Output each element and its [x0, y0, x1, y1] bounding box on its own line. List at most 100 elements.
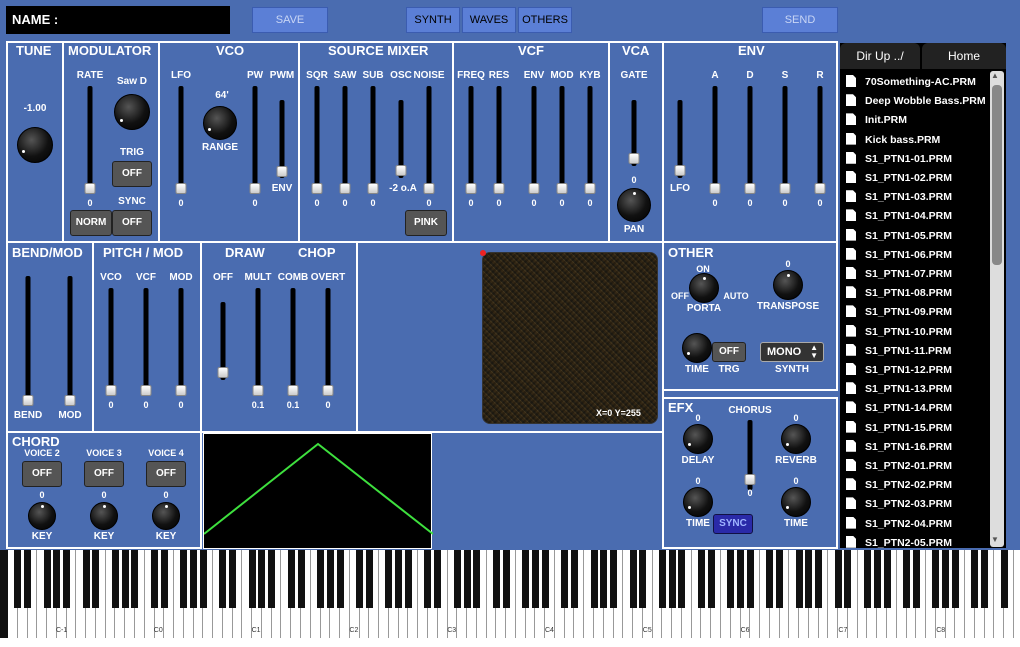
black-key[interactable]: [844, 550, 852, 608]
black-key[interactable]: [180, 550, 188, 608]
black-key[interactable]: [678, 550, 686, 608]
file-item[interactable]: S1_PTN1-16.PRM: [846, 439, 952, 453]
black-key[interactable]: [473, 550, 481, 608]
black-key[interactable]: [727, 550, 735, 608]
bend-slider[interactable]: [25, 276, 31, 406]
file-item[interactable]: S1_PTN1-15.PRM: [846, 420, 952, 434]
reverb-knob[interactable]: [781, 424, 811, 454]
file-item[interactable]: S1_PTN1-06.PRM: [846, 247, 952, 261]
dir-up-button[interactable]: Dir Up ../: [840, 43, 920, 69]
release-thumb[interactable]: [814, 183, 826, 194]
black-key[interactable]: [131, 550, 139, 608]
voice2-toggle[interactable]: OFF: [22, 461, 62, 487]
black-key[interactable]: [160, 550, 168, 608]
black-key[interactable]: [883, 550, 891, 608]
sub-slider[interactable]: [370, 86, 376, 192]
black-key[interactable]: [863, 550, 871, 608]
vco-lfo-thumb[interactable]: [175, 183, 187, 194]
black-key[interactable]: [541, 550, 549, 608]
rate-slider-track[interactable]: [87, 86, 93, 192]
sqr-thumb[interactable]: [311, 183, 323, 194]
black-key[interactable]: [82, 550, 90, 608]
piano-keyboard[interactable]: C-1 C0 C1 C2 C3 C4 C5 C6 C7 C8: [0, 550, 1020, 647]
black-key[interactable]: [912, 550, 920, 608]
saw-slider[interactable]: [342, 86, 348, 192]
file-item[interactable]: 70Something-AC.PRM: [846, 75, 976, 88]
saw-thumb[interactable]: [339, 183, 351, 194]
voice3-key-knob[interactable]: [90, 502, 118, 530]
black-key[interactable]: [707, 550, 715, 608]
norm-button[interactable]: NORM: [70, 210, 112, 236]
xy-pad[interactable]: [482, 252, 658, 424]
mod-wave-knob[interactable]: [114, 94, 150, 130]
black-key[interactable]: [121, 550, 129, 608]
voice-mode-select[interactable]: MONO ▲ ▼: [760, 342, 824, 362]
black-key[interactable]: [229, 550, 237, 608]
draw-thumb[interactable]: [217, 367, 229, 378]
black-key[interactable]: [336, 550, 344, 608]
black-key[interactable]: [668, 550, 676, 608]
scrollbar-thumb[interactable]: [992, 85, 1002, 265]
pm-vco-thumb[interactable]: [105, 385, 117, 396]
black-key[interactable]: [463, 550, 471, 608]
black-key[interactable]: [453, 550, 461, 608]
scrollbar[interactable]: ▲ ▼: [990, 71, 1004, 547]
pan-knob[interactable]: [617, 188, 651, 222]
kyb-thumb[interactable]: [584, 183, 596, 194]
file-item[interactable]: S1_PTN1-13.PRM: [846, 382, 952, 395]
scroll-up-icon[interactable]: ▲: [991, 71, 999, 80]
tune-knob[interactable]: [17, 127, 53, 163]
black-key[interactable]: [746, 550, 754, 608]
black-key[interactable]: [531, 550, 539, 608]
black-key[interactable]: [561, 550, 569, 608]
voice4-toggle[interactable]: OFF: [146, 461, 186, 487]
transpose-knob[interactable]: [773, 270, 803, 300]
black-key[interactable]: [268, 550, 276, 608]
file-item[interactable]: S1_PTN1-03.PRM: [846, 190, 952, 203]
delay-knob[interactable]: [683, 424, 713, 454]
voice2-key-knob[interactable]: [28, 502, 56, 530]
overt-thumb[interactable]: [322, 385, 334, 396]
black-key[interactable]: [776, 550, 784, 608]
sync-toggle[interactable]: OFF: [112, 210, 152, 236]
file-item[interactable]: Init.PRM: [846, 113, 907, 126]
black-key[interactable]: [1000, 550, 1008, 608]
black-key[interactable]: [815, 550, 823, 608]
file-item[interactable]: S1_PTN1-12.PRM: [846, 363, 952, 376]
file-item[interactable]: S1_PTN2-05.PRM: [846, 535, 952, 549]
voice4-key-knob[interactable]: [152, 502, 180, 530]
black-key[interactable]: [873, 550, 881, 608]
xy-cursor[interactable]: [480, 250, 486, 256]
porta-knob[interactable]: [689, 273, 719, 303]
sub-thumb[interactable]: [367, 183, 379, 194]
black-key[interactable]: [492, 550, 500, 608]
tab-waves[interactable]: WAVES: [462, 7, 516, 33]
pm-mod-slider[interactable]: [178, 288, 184, 394]
black-key[interactable]: [365, 550, 373, 608]
black-key[interactable]: [434, 550, 442, 608]
black-key[interactable]: [248, 550, 256, 608]
vcf-env-slider[interactable]: [531, 86, 537, 192]
file-item[interactable]: S1_PTN2-02.PRM: [846, 478, 952, 491]
black-key[interactable]: [570, 550, 578, 608]
vcf-env-thumb[interactable]: [528, 183, 540, 194]
black-key[interactable]: [63, 550, 71, 608]
decay-thumb[interactable]: [744, 183, 756, 194]
black-key[interactable]: [522, 550, 530, 608]
decay-slider[interactable]: [747, 86, 753, 192]
file-item[interactable]: S1_PTN1-10.PRM: [846, 324, 952, 338]
scroll-down-icon[interactable]: ▼: [991, 535, 999, 544]
black-key[interactable]: [766, 550, 774, 608]
black-key[interactable]: [14, 550, 22, 608]
res-slider[interactable]: [496, 86, 502, 192]
file-item[interactable]: S1_PTN1-02.PRM: [846, 171, 952, 184]
freq-slider[interactable]: [468, 86, 474, 192]
gate-thumb[interactable]: [628, 153, 640, 164]
sustain-thumb[interactable]: [779, 183, 791, 194]
save-button[interactable]: SAVE: [252, 7, 328, 33]
attack-thumb[interactable]: [709, 183, 721, 194]
black-key[interactable]: [424, 550, 432, 608]
pink-button[interactable]: PINK: [405, 210, 447, 236]
pm-vcf-slider[interactable]: [143, 288, 149, 394]
env-lfo-thumb[interactable]: [674, 165, 686, 176]
